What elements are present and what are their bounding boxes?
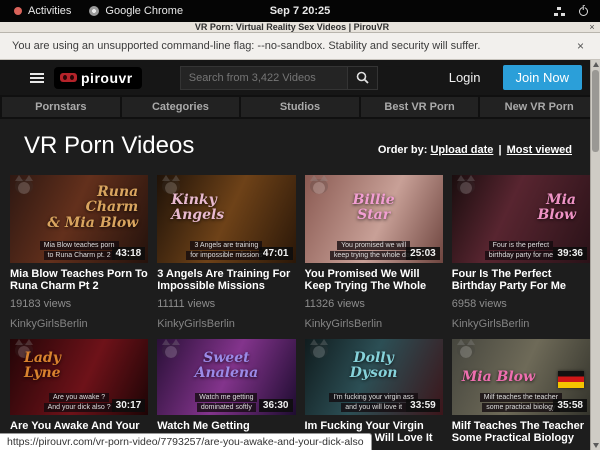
status-url: https://pirouvr.com/vr-porn-video/779325… — [7, 436, 364, 448]
video-views: 11111 views — [157, 298, 295, 310]
video-card[interactable]: Kinky Angels 3 Angels are trainingfor im… — [157, 175, 295, 332]
duration-badge: 43:18 — [112, 247, 146, 260]
order-upload-date-link[interactable]: Upload date — [430, 144, 493, 156]
page-viewport: pirouvr Login Join Now Pornstars Categor… — [0, 60, 600, 450]
join-now-button[interactable]: Join Now — [503, 65, 582, 90]
order-by-controls: Order by: Upload date | Most viewed — [378, 144, 572, 160]
infobar-close-icon[interactable]: × — [573, 39, 588, 53]
power-icon[interactable] — [579, 7, 588, 16]
video-thumbnail[interactable]: Kinky Angels 3 Angels are trainingfor im… — [157, 175, 295, 263]
video-thumbnail[interactable]: Runa Charm & Mia Blow Mia Blow teaches p… — [10, 175, 148, 263]
duration-badge: 47:01 — [259, 247, 293, 260]
infobar-message: You are using an unsupported command-lin… — [12, 40, 480, 52]
scroll-up-arrow-icon[interactable] — [593, 62, 599, 67]
video-channel-link[interactable]: KinkyGirlsBerlin — [157, 318, 295, 332]
video-views: 11326 views — [305, 298, 443, 310]
video-title-link[interactable]: Four Is The Perfect Birthday Party For M… — [452, 268, 590, 292]
clock[interactable]: Sep 7 20:25 — [0, 5, 600, 17]
search-icon — [356, 71, 369, 84]
search-button[interactable] — [348, 66, 378, 90]
video-title-link[interactable]: Milf Teaches The Teacher Some Practical … — [452, 420, 590, 444]
duration-badge: 25:03 — [406, 247, 440, 260]
thumbnail-overlay-name: Mia Blow — [452, 175, 590, 241]
video-thumbnail[interactable]: Lady Lyne Are you awake ?And your dick a… — [10, 339, 148, 415]
tab-title[interactable]: VR Porn: Virtual Reality Sex Videos | Pi… — [0, 22, 584, 33]
nav-item-new-vr-porn[interactable]: New VR Porn — [480, 97, 598, 117]
system-top-bar: Activities Google Chrome Sep 7 20:25 — [0, 0, 600, 22]
video-title-link[interactable]: Mia Blow Teaches Porn To Runa Charm Pt 2 — [10, 268, 148, 292]
tab-close-icon[interactable]: × — [584, 22, 600, 32]
thumbnail-overlay-name: Dolly Dyson — [305, 339, 443, 393]
video-channel-link[interactable]: KinkyGirlsBerlin — [305, 318, 443, 332]
page-title: VR Porn Videos — [24, 132, 194, 160]
nav-item-pornstars[interactable]: Pornstars — [2, 97, 120, 117]
scrollbar-thumb[interactable] — [592, 70, 599, 152]
thumbnail-overlay-name: Billie Star — [305, 175, 443, 241]
nav-item-categories[interactable]: Categories — [122, 97, 240, 117]
thumbnail-overlay-name: Sweet Analena — [157, 339, 295, 393]
scrollbar[interactable] — [590, 60, 600, 450]
main-nav: Pornstars Categories Studios Best VR Por… — [0, 95, 600, 119]
video-thumbnail[interactable]: Billie Star You promised we willkeep try… — [305, 175, 443, 263]
link-status-bubble: https://pirouvr.com/vr-porn-video/779325… — [0, 433, 372, 450]
video-views: 19183 views — [10, 298, 148, 310]
video-card[interactable]: Billie Star You promised we willkeep try… — [305, 175, 443, 332]
video-card[interactable]: Runa Charm & Mia Blow Mia Blow teaches p… — [10, 175, 148, 332]
nav-item-studios[interactable]: Studios — [241, 97, 359, 117]
thumbnail-overlay-name: Mia Blow — [452, 339, 590, 393]
order-by-label: Order by: — [378, 144, 428, 156]
browser-tab-bar: VR Porn: Virtual Reality Sex Videos | Pi… — [0, 22, 600, 33]
duration-badge: 35:58 — [553, 399, 587, 412]
login-link[interactable]: Login — [449, 70, 481, 85]
thumbnail-overlay-name: Lady Lyne — [10, 339, 148, 393]
content-area: VR Porn Videos Order by: Upload date | M… — [0, 132, 600, 450]
video-channel-link[interactable]: KinkyGirlsBerlin — [452, 318, 590, 332]
duration-badge: 30:17 — [112, 399, 146, 412]
menu-icon[interactable] — [30, 73, 44, 83]
network-icon[interactable] — [554, 7, 565, 16]
scroll-down-arrow-icon[interactable] — [593, 443, 599, 448]
video-card[interactable]: Mia Blow Milf teaches the teachersome pr… — [452, 339, 590, 450]
duration-badge: 33:59 — [406, 399, 440, 412]
chrome-infobar: You are using an unsupported command-lin… — [0, 33, 600, 60]
logo-text: pirouvr — [81, 70, 133, 86]
site-header: pirouvr Login Join Now — [0, 60, 600, 95]
video-thumbnail[interactable]: Dolly Dyson I'm fucking your virgin assa… — [305, 339, 443, 415]
video-thumbnail[interactable]: Mia Blow Four is the perfectbirthday par… — [452, 175, 590, 263]
vr-goggles-icon — [60, 73, 77, 82]
duration-badge: 39:36 — [553, 247, 587, 260]
nav-item-best-vr-porn[interactable]: Best VR Porn — [361, 97, 479, 117]
video-grid-row-1: Runa Charm & Mia Blow Mia Blow teaches p… — [10, 175, 590, 332]
video-thumbnail[interactable]: Sweet Analena Watch me gettingdominated … — [157, 339, 295, 415]
order-most-viewed-link[interactable]: Most viewed — [507, 144, 572, 156]
thumbnail-overlay-name: Runa Charm & Mia Blow — [10, 175, 148, 241]
duration-badge: 36:30 — [259, 399, 293, 412]
video-views: 6958 views — [452, 298, 590, 310]
thumbnail-overlay-name: Kinky Angels — [157, 175, 295, 241]
video-thumbnail[interactable]: Mia Blow Milf teaches the teachersome pr… — [452, 339, 590, 415]
video-title-link[interactable]: You Promised We Will Keep Trying The Who… — [305, 268, 443, 292]
site-logo[interactable]: pirouvr — [54, 67, 142, 89]
video-channel-link[interactable]: KinkyGirlsBerlin — [10, 318, 148, 332]
search-input[interactable] — [180, 66, 348, 90]
video-card[interactable]: Mia Blow Four is the perfectbirthday par… — [452, 175, 590, 332]
screen: Activities Google Chrome Sep 7 20:25 VR … — [0, 0, 600, 450]
video-title-link[interactable]: 3 Angels Are Training For Impossible Mis… — [157, 268, 295, 292]
